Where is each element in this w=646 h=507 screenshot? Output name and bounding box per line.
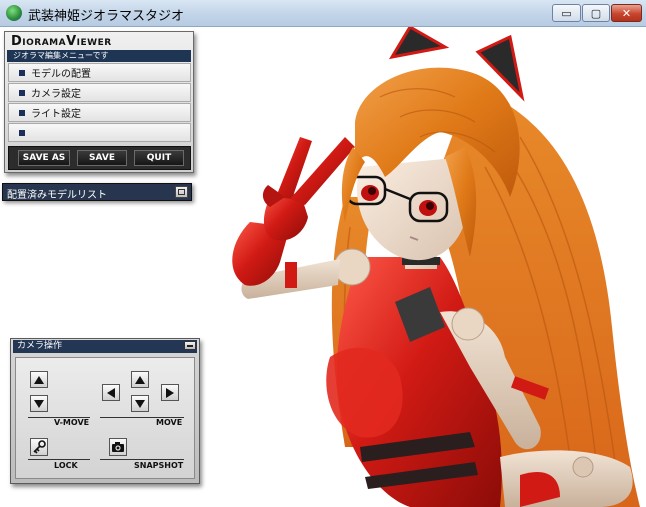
diorama-viewer-title: DioramaViewer — [11, 34, 112, 49]
diorama-viewer-subtitle: ジオラマ編集メニューです — [7, 50, 191, 62]
snapshot-button[interactable] — [109, 438, 127, 456]
arrow-down-icon — [34, 399, 44, 408]
minimize-button[interactable]: ▭ — [552, 4, 581, 22]
save-button[interactable]: SAVE — [77, 150, 127, 166]
move-down-button[interactable] — [131, 395, 149, 412]
vmove-down-button[interactable] — [30, 395, 48, 412]
lock-button[interactable] — [30, 438, 48, 456]
lock-label: LOCK — [54, 461, 78, 470]
menu-item-camera-settings[interactable]: カメラ設定 — [8, 83, 191, 102]
menu-item-label: カメラ設定 — [31, 89, 81, 100]
close-button[interactable]: ✕ — [611, 4, 642, 22]
move-left-button[interactable] — [102, 384, 120, 401]
camera-control-body: V-MOVE MOVE LOCK SNAPSHOT — [15, 357, 195, 479]
close-icon: ✕ — [621, 6, 632, 20]
arrow-right-icon — [166, 387, 174, 398]
save-as-button[interactable]: SAVE AS — [18, 150, 70, 166]
placed-model-list-title: 配置済みモデルリスト — [7, 190, 107, 201]
maximize-icon: ▢ — [590, 6, 602, 20]
snapshot-label: SNAPSHOT — [134, 461, 184, 470]
menu-bullet-icon — [19, 129, 25, 136]
minimize-icon[interactable] — [184, 341, 196, 350]
move-up-button[interactable] — [131, 371, 149, 388]
camera-control-title: カメラ操作 — [13, 340, 197, 353]
key-icon — [33, 440, 46, 454]
menu-item-empty[interactable] — [8, 123, 191, 142]
menu-item-light-settings[interactable]: ライト設定 — [8, 103, 191, 122]
vmove-label: V-MOVE — [54, 418, 90, 427]
window-titlebar[interactable]: 武装神姫ジオラマスタジオ ▭ ▢ ✕ — [0, 0, 646, 27]
quit-button[interactable]: QUIT — [134, 150, 184, 166]
menu-bullet-icon — [19, 69, 25, 76]
divider — [100, 459, 184, 460]
camera-control-panel: カメラ操作 V-MOVE MOVE LOCK SNAPSHOT — [10, 338, 200, 484]
move-right-button[interactable] — [161, 384, 179, 401]
maximize-button[interactable]: ▢ — [582, 4, 610, 22]
arrow-up-icon — [34, 375, 44, 384]
divider — [28, 459, 90, 460]
menu-bullet-icon — [19, 109, 25, 116]
camera-icon — [112, 442, 124, 452]
arrow-left-icon — [107, 387, 115, 398]
arrow-up-icon — [135, 375, 145, 384]
arrow-down-icon — [135, 399, 145, 408]
placed-model-list-bar[interactable]: 配置済みモデルリスト — [2, 183, 192, 201]
restore-icon[interactable] — [175, 186, 188, 198]
minimize-icon: ▭ — [561, 6, 572, 20]
move-label: MOVE — [156, 418, 183, 427]
app-globe-icon — [6, 5, 22, 21]
file-button-bar: SAVE AS SAVE QUIT — [8, 146, 191, 170]
diorama-viewer-panel: DioramaViewer ジオラマ編集メニューです モデルの配置 カメラ設定 … — [4, 31, 194, 173]
menu-item-label: ライト設定 — [31, 109, 81, 120]
window-title: 武装神姫ジオラマスタジオ — [28, 9, 185, 24]
diorama-viewport[interactable]: DioramaViewer ジオラマ編集メニューです モデルの配置 カメラ設定 … — [0, 27, 646, 507]
menu-bullet-icon — [19, 89, 25, 96]
menu-item-model-placement[interactable]: モデルの配置 — [8, 63, 191, 82]
vmove-up-button[interactable] — [30, 371, 48, 388]
menu-item-label: モデルの配置 — [31, 69, 91, 80]
